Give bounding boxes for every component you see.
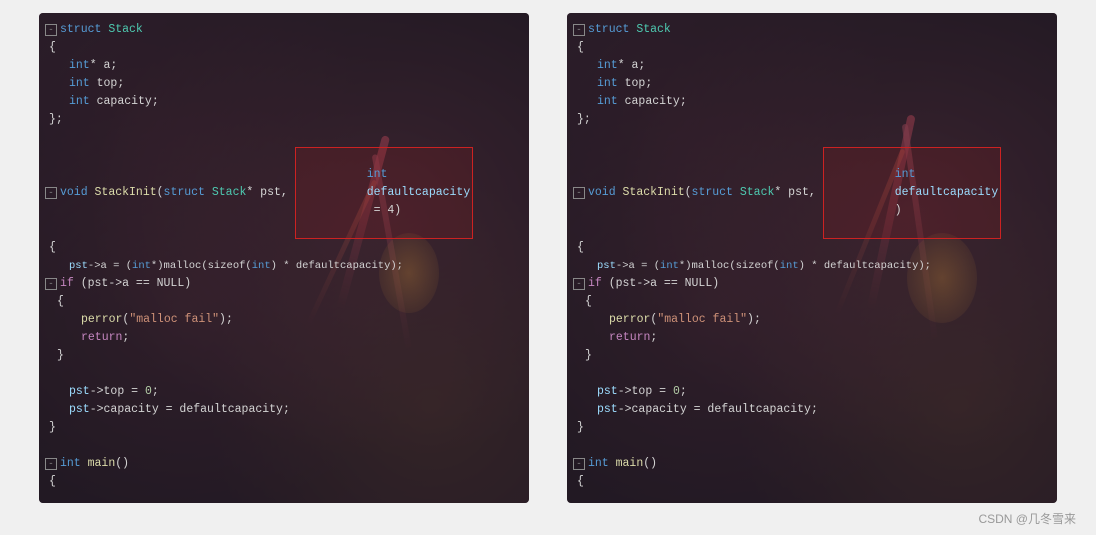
type: Stack <box>212 184 247 202</box>
code-line: { <box>45 473 523 491</box>
csdn-badge-text: CSDN @几冬雪来 <box>978 512 1076 526</box>
keyword: int <box>69 75 97 93</box>
code-line: pst->capacity = defaultcapacity; <box>573 401 1051 419</box>
code-line: - if (pst->a == NULL) <box>573 275 1051 293</box>
keyword: void <box>60 184 95 202</box>
keyword: int <box>69 93 97 111</box>
left-code-panel: - struct Stack { int* a; int top; int ca… <box>39 13 529 503</box>
code-line: int capacity; <box>573 93 1051 111</box>
keyword: if <box>60 275 81 293</box>
main-container: - struct Stack { int* a; int top; int ca… <box>0 0 1096 535</box>
code-line: { <box>45 293 523 311</box>
code-line: pst->top = 0; <box>45 383 523 401</box>
code-line <box>573 491 1051 503</box>
brace: { <box>57 293 64 311</box>
code-line <box>573 437 1051 455</box>
code-text: * a; <box>90 57 118 75</box>
code-line: pst->a = (int*)malloc(sizeof(int) * defa… <box>45 257 523 275</box>
csdn-badge: CSDN @几冬雪来 <box>978 510 1076 527</box>
brace: } <box>45 419 56 437</box>
code-line: int top; <box>45 75 523 93</box>
func-header-line: - void StackInit ( struct Stack * pst, i… <box>45 147 523 239</box>
code-line: } <box>573 347 1051 365</box>
code-line: { <box>573 293 1051 311</box>
code-line: perror("malloc fail"); <box>573 311 1051 329</box>
left-code-content: - struct Stack { int* a; int top; int ca… <box>39 13 529 503</box>
code-text: ( <box>157 184 164 202</box>
brace: { <box>45 239 56 257</box>
code-line: perror("malloc fail"); <box>45 311 523 329</box>
code-line <box>573 365 1051 383</box>
fold-icon[interactable]: - <box>45 458 57 470</box>
code-line: int capacity; <box>45 93 523 111</box>
brace: }; <box>45 111 63 129</box>
code-line: - if (pst->a == NULL) <box>45 275 523 293</box>
main-header-line: - int main () <box>573 455 1051 473</box>
code-line <box>45 437 523 455</box>
code-line <box>573 129 1051 147</box>
right-code-content: - struct Stack { int* a; int top; int ca… <box>567 13 1057 503</box>
func-header-line: - void StackInit ( struct Stack * pst, i… <box>573 147 1051 239</box>
keyword: int <box>69 57 90 75</box>
code-line: return; <box>573 329 1051 347</box>
code-line <box>45 129 523 147</box>
param-name: defaultcapacity <box>367 186 471 199</box>
code-text: capacity; <box>97 93 159 111</box>
param-type: int <box>367 168 395 181</box>
func-call: perror <box>81 311 122 329</box>
keyword: struct <box>60 21 108 39</box>
code-line: { <box>45 39 523 57</box>
code-text: top; <box>97 75 125 93</box>
fold-icon[interactable]: - <box>573 24 585 36</box>
fold-icon[interactable]: - <box>45 24 57 36</box>
keyword: return <box>81 329 122 347</box>
brace: { <box>45 39 56 57</box>
fold-icon[interactable]: - <box>573 458 585 470</box>
code-line: }; <box>573 111 1051 129</box>
code-line: } <box>573 419 1051 437</box>
fold-icon[interactable]: - <box>573 187 585 199</box>
code-line <box>45 365 523 383</box>
fold-icon[interactable]: - <box>45 278 57 290</box>
code-line: } <box>45 347 523 365</box>
code-line: { <box>573 239 1051 257</box>
main-header-line: - int main () <box>45 455 523 473</box>
code-line: - struct Stack <box>45 21 523 39</box>
param-highlight: int defaultcapacity ) <box>823 147 1002 239</box>
code-line: pst->capacity = defaultcapacity; <box>45 401 523 419</box>
param-default: = 4) <box>367 204 402 217</box>
code-line: { <box>573 39 1051 57</box>
func-name: StackInit <box>95 184 157 202</box>
fold-icon[interactable]: - <box>573 278 585 290</box>
code-line: return; <box>45 329 523 347</box>
code-line: int top; <box>573 75 1051 93</box>
code-line <box>45 491 523 503</box>
code-line: } <box>45 419 523 437</box>
code-line: pst->top = 0; <box>573 383 1051 401</box>
code-text: * pst, <box>246 184 294 202</box>
code-line: pst->a = (int*)malloc(sizeof(int) * defa… <box>573 257 1051 275</box>
keyword: struct <box>164 184 212 202</box>
code-line: - struct Stack <box>573 21 1051 39</box>
right-code-panel: - struct Stack { int* a; int top; int ca… <box>567 13 1057 503</box>
code-line: int* a; <box>573 57 1051 75</box>
code-text: pst <box>69 257 88 275</box>
param-highlight: int defaultcapacity = 4) <box>295 147 474 239</box>
code-line: int* a; <box>45 57 523 75</box>
code-text: (pst->a == NULL) <box>81 275 191 293</box>
code-line: { <box>45 239 523 257</box>
brace: } <box>57 347 64 365</box>
code-line: { <box>573 473 1051 491</box>
type-name: Stack <box>108 21 143 39</box>
code-line: }; <box>45 111 523 129</box>
fold-icon[interactable]: - <box>45 187 57 199</box>
